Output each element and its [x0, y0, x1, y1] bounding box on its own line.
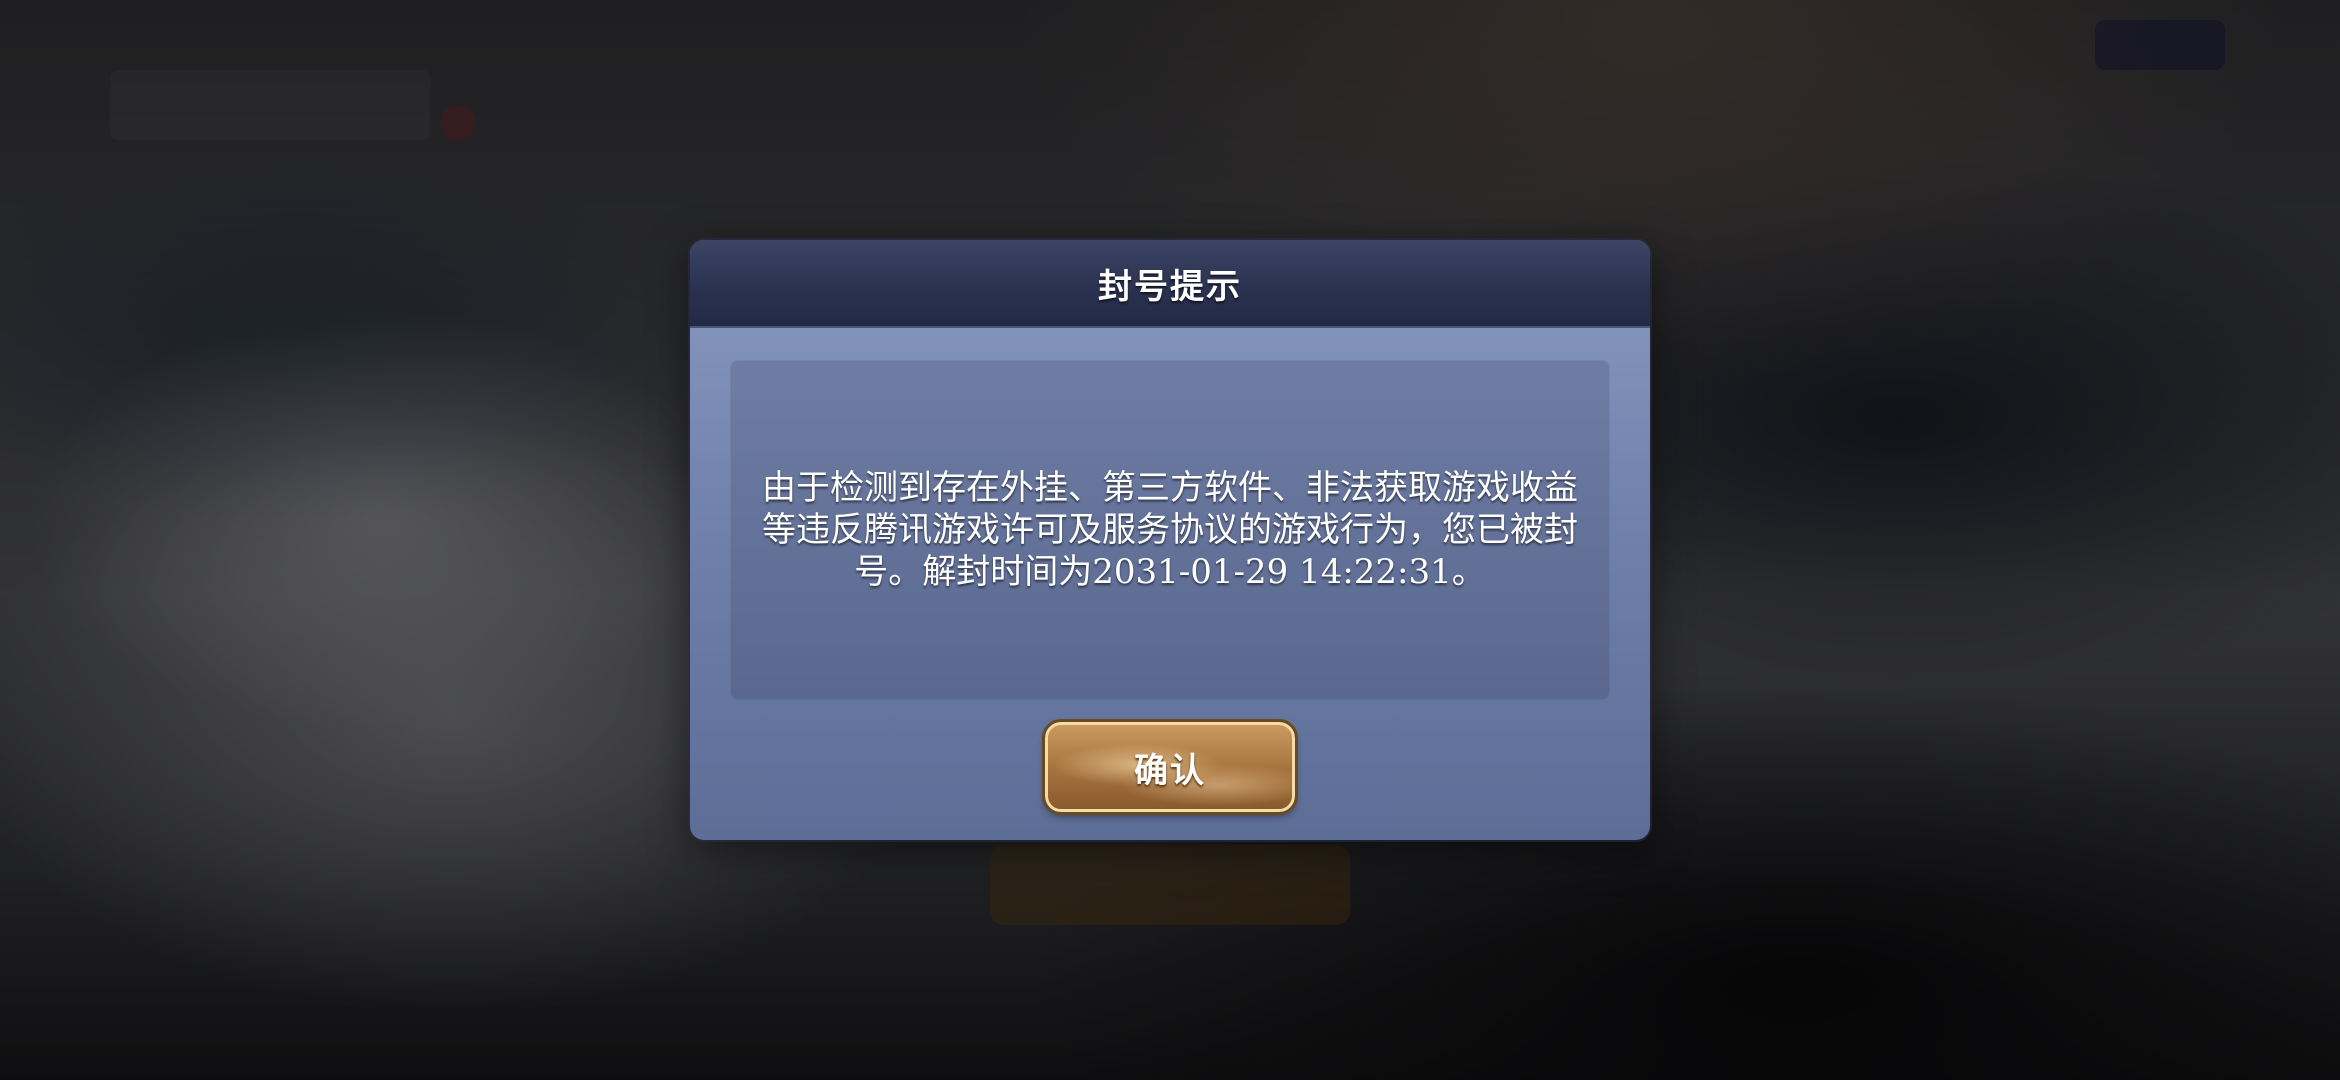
confirm-button[interactable]: 确认: [1042, 719, 1298, 815]
dialog-message-box: 由于检测到存在外挂、第三方软件、非法获取游戏收益等违反腾讯游戏许可及服务协议的游…: [730, 360, 1610, 700]
ban-message: 由于检测到存在外挂、第三方软件、非法获取游戏收益等违反腾讯游戏许可及服务协议的游…: [762, 468, 1578, 592]
dialog-title: 封号提示: [1098, 266, 1242, 307]
ban-notice-dialog: 封号提示 由于检测到存在外挂、第三方软件、非法获取游戏收益等违反腾讯游戏许可及服…: [690, 240, 1650, 840]
confirm-button-label: 确认: [1134, 750, 1206, 791]
dialog-header: 封号提示: [690, 240, 1650, 328]
game-screen: 封号提示 由于检测到存在外挂、第三方软件、非法获取游戏收益等违反腾讯游戏许可及服…: [0, 0, 2340, 1080]
